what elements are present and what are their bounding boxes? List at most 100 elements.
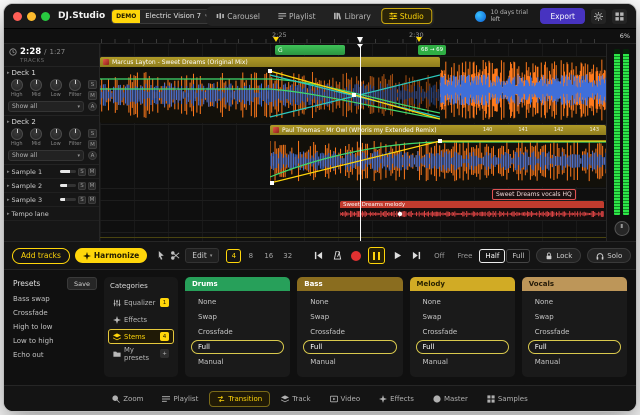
grid-size-4[interactable]: 4	[226, 248, 242, 263]
category-stems[interactable]: Stems 4	[108, 329, 174, 344]
sample-3-solo-button[interactable]: S	[78, 195, 86, 204]
deck-1-header[interactable]: ▸ Deck 1	[7, 69, 96, 77]
master-knob[interactable]	[614, 221, 629, 236]
deck-2-filter-knob[interactable]	[69, 128, 82, 140]
deck-2-high-knob[interactable]	[10, 128, 23, 140]
option-none[interactable]: None	[303, 295, 396, 309]
panel-tab-playlist[interactable]: Playlist	[154, 391, 206, 407]
deck1-clip-header[interactable]: Marcus Layton - Sweet Dreams (Original M…	[100, 57, 440, 67]
close-window-button[interactable]	[13, 11, 22, 21]
option-swap[interactable]: Swap	[191, 310, 284, 324]
timeline[interactable]: G 68 → 69 Marcus Layton - Sweet Dreams (…	[100, 44, 606, 241]
deck-2-solo-button[interactable]: S	[88, 129, 97, 138]
save-preset-button[interactable]: Save	[67, 277, 97, 290]
grid-size-8[interactable]: 8	[243, 249, 258, 263]
deck-1-low-knob[interactable]	[49, 79, 62, 91]
deck-1-mute-button[interactable]: M	[88, 91, 97, 100]
automation-curves[interactable]	[340, 208, 604, 220]
category-equalizer[interactable]: Equalizer 1	[108, 295, 174, 310]
deck-2-mute-button[interactable]: M	[88, 140, 97, 149]
panel-tab-video[interactable]: Video	[322, 391, 369, 407]
deck1-clip[interactable]: Marcus Layton - Sweet Dreams (Original M…	[100, 57, 440, 123]
tab-carousel[interactable]: Carousel	[208, 8, 268, 24]
select-tool-button[interactable]	[157, 248, 166, 264]
skip-start-button[interactable]	[311, 249, 325, 263]
lock-button[interactable]: Lock	[536, 248, 582, 263]
project-selector[interactable]: DEMO Electric Vision 7 ▾	[111, 8, 213, 24]
record-button[interactable]	[349, 249, 363, 263]
sample-3-row[interactable]: ▸ Sample 3 S M	[4, 193, 99, 207]
playhead-handle[interactable]	[357, 37, 363, 43]
metronome-button[interactable]	[330, 249, 344, 263]
deck-1-filter-knob[interactable]	[69, 79, 82, 91]
deck-2-automation-button[interactable]: A	[88, 151, 97, 160]
sample-1-volume-slider[interactable]	[60, 170, 76, 173]
settings-button[interactable]	[591, 8, 606, 24]
loop-mode-full[interactable]: Full	[506, 248, 531, 263]
grid-size-32[interactable]: 32	[279, 249, 296, 263]
panel-tab-samples[interactable]: Samples	[479, 391, 536, 407]
vocals-clip[interactable]: Sweet Dreams vocals HQ	[492, 189, 576, 200]
preset-item[interactable]: High to low	[13, 323, 97, 331]
apps-button[interactable]	[612, 8, 627, 24]
melody-clip[interactable]: Sweet Dreams melody	[340, 201, 604, 220]
pause-button[interactable]	[368, 247, 386, 264]
option-none[interactable]: None	[528, 295, 621, 309]
melody-clip-header[interactable]: Sweet Dreams melody	[340, 201, 604, 208]
panel-tab-transition[interactable]: Transition	[209, 390, 271, 407]
key-clip[interactable]: G	[275, 45, 345, 55]
tab-playlist[interactable]: Playlist	[270, 8, 324, 24]
category-my-presets[interactable]: My presets +	[108, 346, 174, 362]
deck-1-mid-knob[interactable]	[30, 79, 43, 91]
automation-curves[interactable]	[270, 135, 606, 187]
option-swap[interactable]: Swap	[303, 310, 396, 324]
option-manual[interactable]: Manual	[191, 355, 284, 369]
tab-studio[interactable]: Studio	[380, 8, 432, 24]
deck-1-show-all-select[interactable]: Show all ▾	[8, 101, 84, 112]
cut-tool-button[interactable]	[171, 248, 180, 264]
key-change-badge[interactable]: 68 → 69	[418, 45, 447, 55]
edit-menu-button[interactable]: Edit ▾	[185, 248, 220, 263]
zoom-window-button[interactable]	[41, 11, 50, 21]
deck2-clip[interactable]: Paul Thomas - Mr Owl (Whoris my Extended…	[270, 125, 606, 187]
sample-3-mute-button[interactable]: M	[88, 195, 96, 204]
solo-button[interactable]: Solo	[587, 248, 632, 263]
skip-end-button[interactable]	[409, 249, 423, 263]
deck-1-automation-button[interactable]: A	[88, 102, 97, 111]
panel-tab-zoom[interactable]: Zoom	[104, 391, 151, 407]
tempo-lane-row[interactable]: ▸ Tempo lane	[4, 207, 99, 221]
play-button[interactable]	[390, 249, 404, 263]
preset-item[interactable]: Echo out	[13, 351, 97, 359]
option-full[interactable]: Full	[303, 340, 397, 354]
cue-marker[interactable]	[273, 37, 279, 42]
panel-tab-master[interactable]: Master	[425, 391, 476, 407]
sample-3-volume-slider[interactable]	[60, 198, 76, 201]
option-crossfade[interactable]: Crossfade	[303, 325, 396, 339]
minimize-window-button[interactable]	[27, 11, 36, 21]
timeline-ruler[interactable]: 2:25 2:30 6%	[4, 29, 636, 44]
add-tracks-button[interactable]: Add tracks	[12, 247, 70, 264]
sample-1-mute-button[interactable]: M	[88, 167, 96, 176]
sample-1-row[interactable]: ▸ Sample 1 S M	[4, 165, 99, 179]
tab-library[interactable]: Library	[326, 8, 379, 24]
option-manual[interactable]: Manual	[528, 355, 621, 369]
sample-1-solo-button[interactable]: S	[78, 167, 86, 176]
deck2-clip-header[interactable]: Paul Thomas - Mr Owl (Whoris my Extended…	[270, 125, 606, 135]
grid-size-16[interactable]: 16	[260, 249, 277, 263]
option-swap[interactable]: Swap	[416, 310, 509, 324]
option-full[interactable]: Full	[527, 340, 621, 354]
category-effects[interactable]: Effects	[108, 312, 174, 327]
export-button[interactable]: Export	[540, 8, 585, 24]
sample-2-mute-button[interactable]: M	[88, 181, 96, 190]
loop-mode-off[interactable]: Off	[428, 249, 450, 263]
panel-tab-effects[interactable]: Effects	[371, 391, 422, 407]
playhead[interactable]	[357, 44, 363, 241]
option-manual[interactable]: Manual	[303, 355, 396, 369]
deck-1-high-knob[interactable]	[10, 79, 23, 91]
option-full[interactable]: Full	[415, 340, 509, 354]
option-crossfade[interactable]: Crossfade	[416, 325, 509, 339]
deck1-next-clip[interactable]	[440, 57, 606, 123]
deck-2-show-all-select[interactable]: Show all ▾	[8, 150, 84, 161]
option-crossfade[interactable]: Crossfade	[191, 325, 284, 339]
deck-1-solo-button[interactable]: S	[88, 80, 97, 89]
